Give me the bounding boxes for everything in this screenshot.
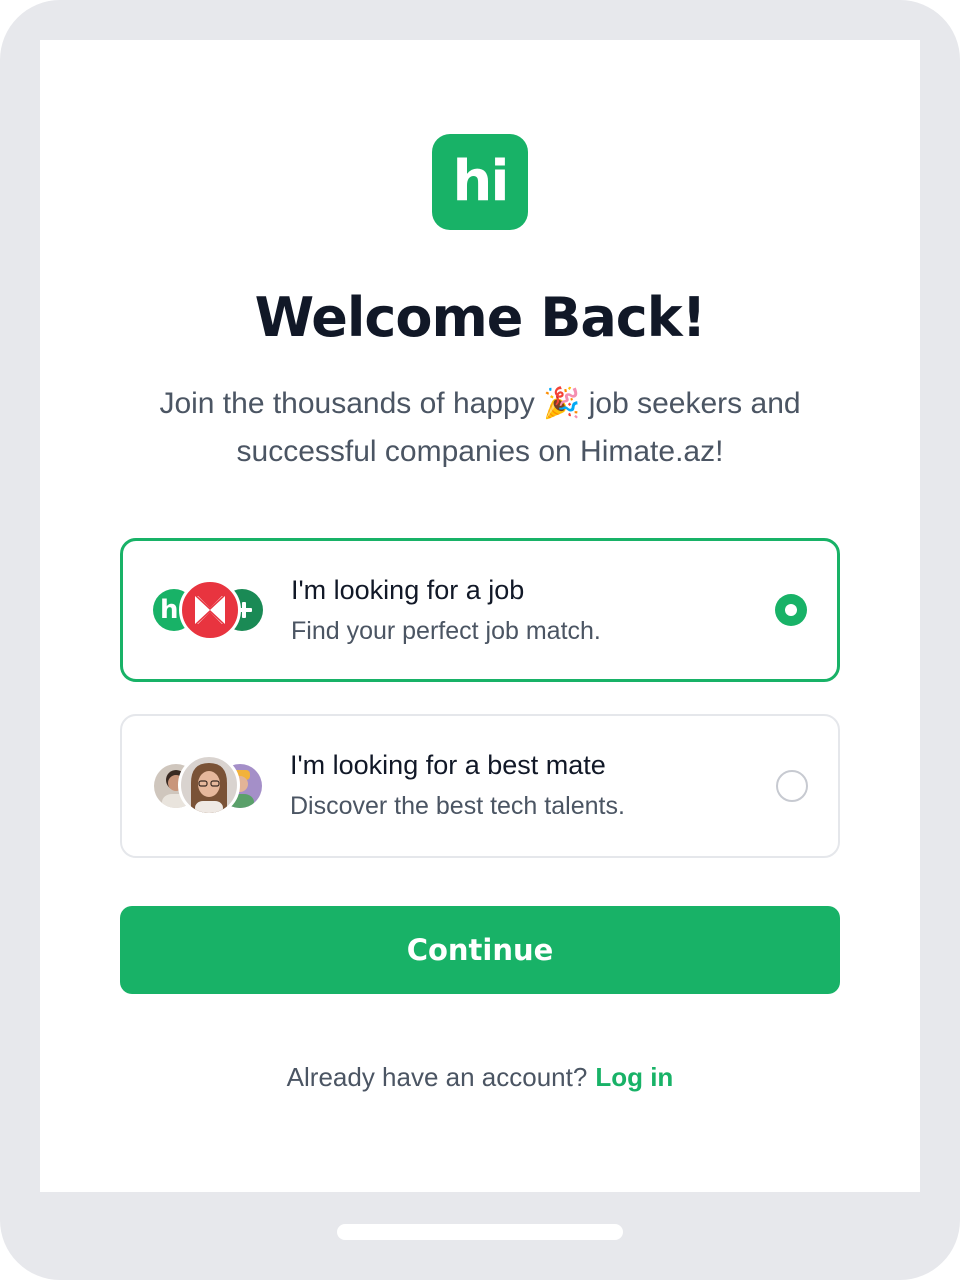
page-title: Welcome Back! bbox=[254, 286, 707, 349]
option-job-seeker[interactable]: h I'm looking for a job Find your perfec… bbox=[120, 538, 840, 682]
subtitle-text-start: Join the thousands of happy bbox=[159, 387, 544, 420]
himate-logo: hi bbox=[432, 134, 528, 230]
option-job-title: I'm looking for a job bbox=[291, 575, 525, 605]
company-logos-group: h bbox=[153, 579, 273, 641]
login-link[interactable]: Log in bbox=[595, 1062, 673, 1092]
login-prompt: Already have an account? Log in bbox=[40, 1062, 920, 1093]
option-mate-title: I'm looking for a best mate bbox=[290, 750, 606, 780]
home-indicator[interactable] bbox=[337, 1224, 623, 1240]
option-mate-description: Discover the best tech talents. bbox=[290, 792, 625, 820]
option-job-description: Find your perfect job match. bbox=[291, 617, 601, 645]
party-popper-icon: 🎉 bbox=[543, 386, 581, 421]
option-best-mate[interactable]: I'm looking for a best mate Discover the… bbox=[120, 714, 840, 858]
radio-mate-unselected[interactable] bbox=[776, 770, 808, 802]
login-prompt-text: Already have an account? bbox=[286, 1062, 588, 1092]
talent-avatar-center bbox=[178, 754, 240, 816]
red-company-logo bbox=[179, 579, 241, 641]
continue-button[interactable]: Continue bbox=[120, 906, 840, 994]
radio-job-selected[interactable] bbox=[775, 594, 807, 626]
page-subtitle: Join the thousands of happy 🎉 job seeker… bbox=[130, 380, 830, 476]
screen: hi Welcome Back! Join the thousands of h… bbox=[40, 40, 920, 1192]
talent-avatars-group bbox=[152, 754, 272, 816]
